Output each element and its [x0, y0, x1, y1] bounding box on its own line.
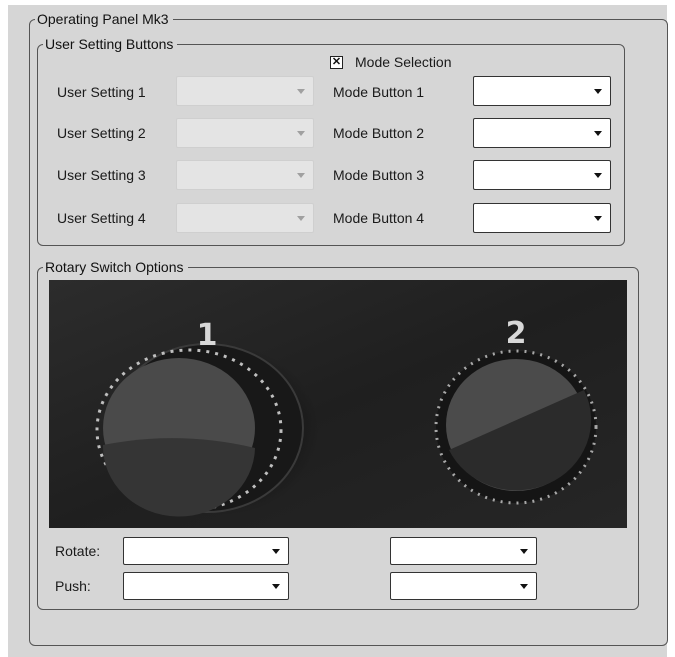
chevron-down-icon — [272, 549, 280, 554]
user-setting-1-dropdown — [176, 76, 314, 106]
user-setting-3-label: User Setting 3 — [57, 167, 146, 183]
mode-button-3-dropdown[interactable] — [473, 160, 611, 190]
knob-2-number: 2 — [506, 316, 527, 351]
mode-button-1-dropdown[interactable] — [473, 76, 611, 106]
push-2-dropdown[interactable] — [390, 572, 537, 600]
mode-selection-label: Mode Selection — [355, 54, 452, 70]
chevron-down-icon — [520, 549, 528, 554]
rotate-label: Rotate: — [55, 543, 101, 559]
chevron-down-icon — [594, 131, 602, 136]
chevron-down-icon — [297, 216, 305, 221]
user-setting-1-label: User Setting 1 — [57, 84, 146, 100]
user-setting-3-dropdown — [176, 160, 314, 190]
chevron-down-icon — [297, 89, 305, 94]
chevron-down-icon — [297, 173, 305, 178]
chevron-down-icon — [272, 584, 280, 589]
mode-button-4-label: Mode Button 4 — [333, 210, 425, 226]
push-label: Push: — [55, 578, 91, 594]
mode-button-2-dropdown[interactable] — [473, 118, 611, 148]
rotary-knobs-photo: 1 2 — [49, 280, 627, 528]
user-setting-4-dropdown — [176, 203, 314, 233]
chevron-down-icon — [297, 131, 305, 136]
user-setting-2-label: User Setting 2 — [57, 125, 146, 141]
rotate-1-dropdown[interactable] — [123, 537, 289, 565]
rotary-switch-title: Rotary Switch Options — [43, 259, 188, 275]
mode-button-4-dropdown[interactable] — [473, 203, 611, 233]
rotary-knob-2 — [434, 349, 598, 505]
chevron-down-icon — [594, 89, 602, 94]
mode-selection-checkbox[interactable]: ✕ — [330, 56, 343, 69]
operating-panel-title: Operating Panel Mk3 — [35, 11, 173, 27]
chevron-down-icon — [594, 173, 602, 178]
chevron-down-icon — [520, 584, 528, 589]
user-setting-2-dropdown — [176, 118, 314, 148]
knob-1-number: 1 — [197, 318, 218, 353]
mode-button-1-label: Mode Button 1 — [333, 84, 425, 100]
user-settings-title: User Setting Buttons — [43, 36, 178, 52]
user-setting-4-label: User Setting 4 — [57, 210, 146, 226]
mode-button-2-label: Mode Button 2 — [333, 125, 425, 141]
chevron-down-icon — [594, 216, 602, 221]
mode-button-3-label: Mode Button 3 — [333, 167, 425, 183]
push-1-dropdown[interactable] — [123, 572, 289, 600]
rotate-2-dropdown[interactable] — [390, 537, 537, 565]
